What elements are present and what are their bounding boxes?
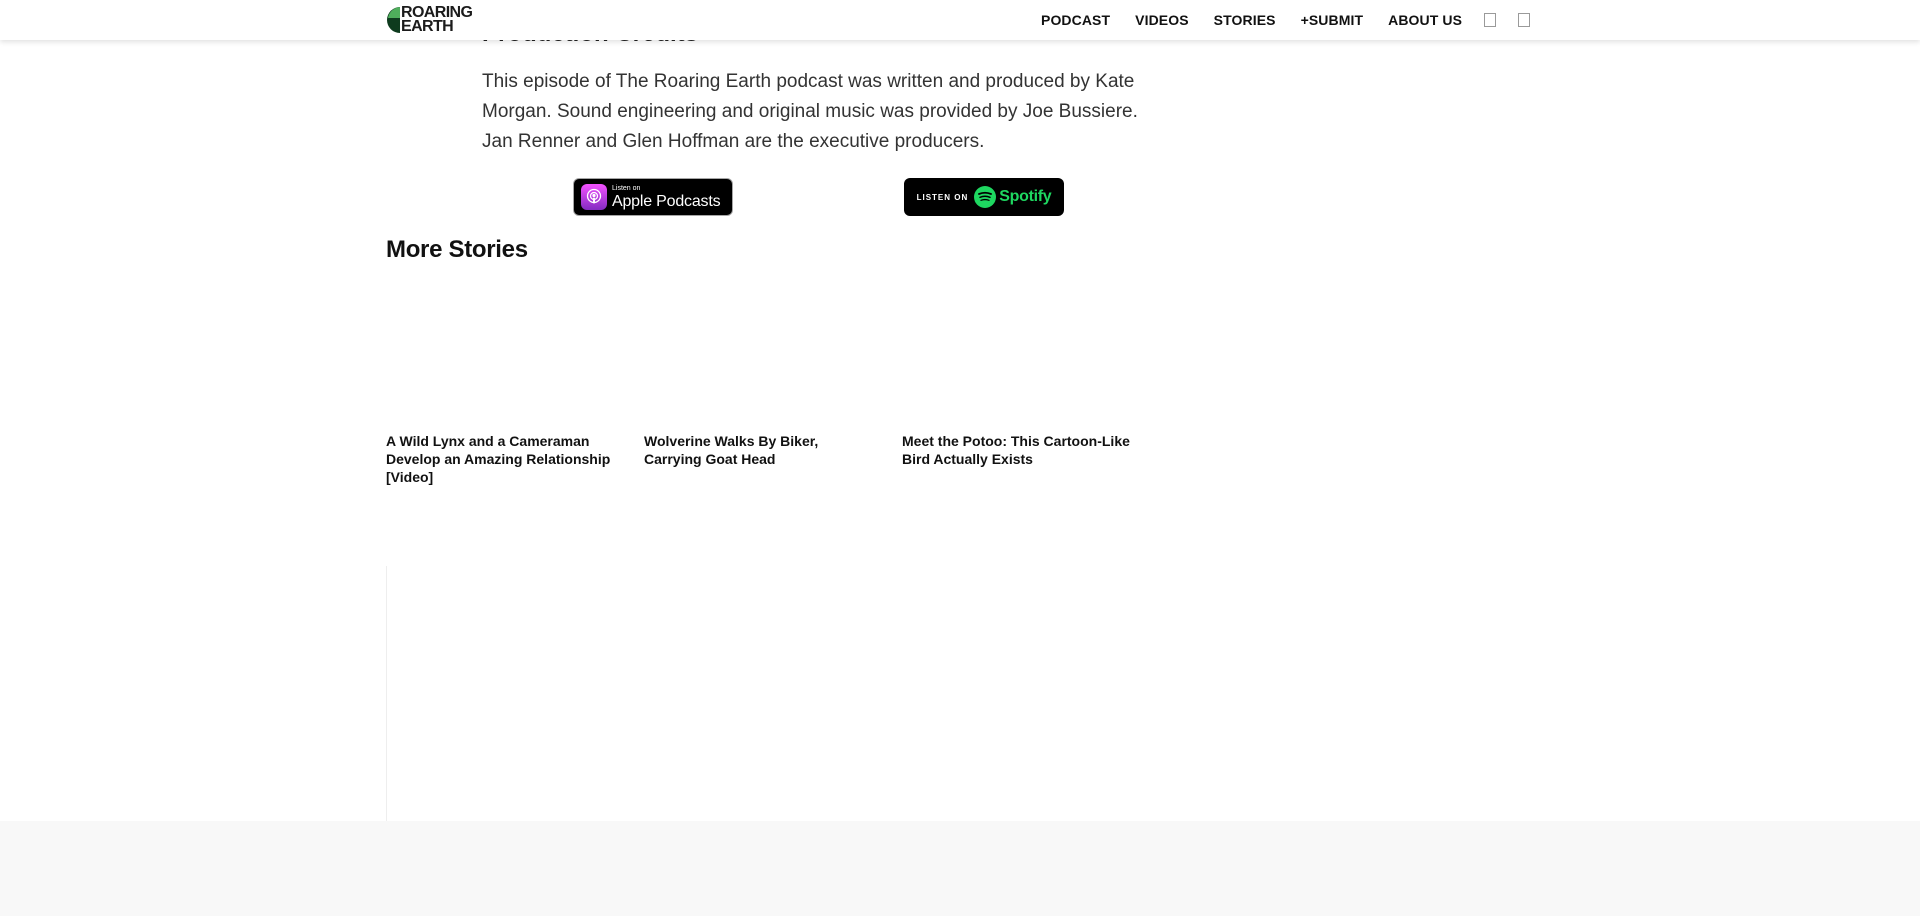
story-card[interactable]: Wolverine Walks By Biker, Carrying Goat … <box>644 292 878 468</box>
story-title[interactable]: A Wild Lynx and a Cameraman Develop an A… <box>386 432 620 486</box>
nav-podcast[interactable]: PODCAST <box>1041 12 1110 28</box>
logo-leaf-icon <box>387 7 400 33</box>
apple-badge-label: Apple Podcasts <box>612 192 721 210</box>
spotify-badge-small-text: LISTEN ON <box>916 192 969 202</box>
more-stories-heading: More Stories <box>386 236 528 263</box>
spotify-icon <box>974 186 997 208</box>
nav-stories[interactable]: STORIES <box>1214 12 1276 28</box>
story-title[interactable]: Wolverine Walks By Biker, Carrying Goat … <box>644 432 878 468</box>
nav-submit[interactable]: +SUBMIT <box>1301 12 1364 28</box>
story-card[interactable]: Meet the Potoo: This Cartoon-Like Bird A… <box>902 292 1136 468</box>
story-thumbnail[interactable] <box>644 292 878 424</box>
production-credits-text: This episode of The Roaring Earth podcas… <box>482 71 1138 152</box>
apple-podcasts-icon <box>581 184 607 210</box>
apple-badge-small-text: Listen on <box>612 184 641 192</box>
spotify-badge[interactable]: LISTEN ON Spotify <box>904 178 1064 216</box>
apple-podcasts-badge[interactable]: Listen on Apple Podcasts <box>573 178 733 216</box>
menu-icon[interactable] <box>1518 13 1530 27</box>
site-header: ROARING EARTH PODCAST VIDEOS STORIES +SU… <box>0 0 1920 40</box>
site-logo[interactable]: ROARING EARTH <box>386 5 486 35</box>
logo-text-line2: EARTH <box>401 18 454 35</box>
story-thumbnail[interactable] <box>902 292 1136 424</box>
story-title[interactable]: Meet the Potoo: This Cartoon-Like Bird A… <box>902 432 1136 468</box>
footer <box>0 821 1920 916</box>
content-divider <box>386 566 387 821</box>
story-thumbnail[interactable] <box>386 292 620 424</box>
spotify-badge-label: Spotify <box>999 188 1052 205</box>
nav-videos[interactable]: VIDEOS <box>1135 12 1189 28</box>
story-card[interactable]: A Wild Lynx and a Cameraman Develop an A… <box>386 292 620 486</box>
nav-about-us[interactable]: ABOUT US <box>1388 12 1462 28</box>
search-icon[interactable] <box>1484 13 1496 27</box>
main-nav: PODCAST VIDEOS STORIES +SUBMIT ABOUT US <box>1041 0 1462 40</box>
